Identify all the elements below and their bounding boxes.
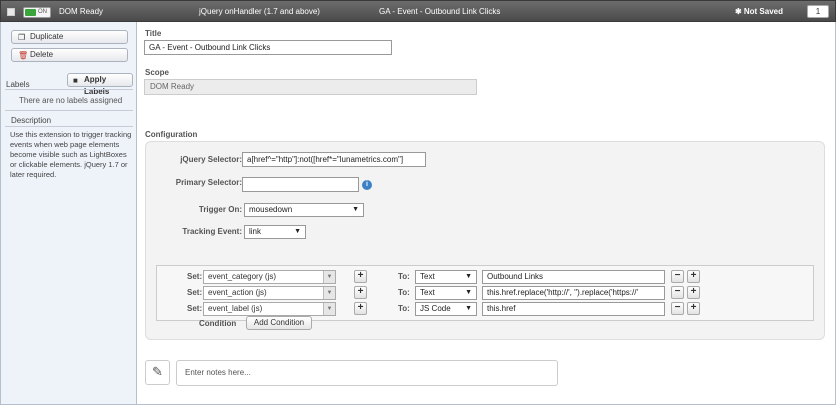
set-variable-select[interactable]: event_action (js) ▼: [203, 286, 336, 300]
trigger-on-value: mousedown: [249, 205, 293, 214]
primary-selector-label: Primary Selector:: [175, 178, 242, 187]
set-rows-box: Set: event_category (js) ▼ + To: Text ▼ …: [156, 265, 814, 321]
toggle-label: ON: [38, 9, 47, 15]
value-input[interactable]: Outbound Links: [482, 270, 665, 284]
extension-header-bar: ON DOM Ready jQuery onHandler (1.7 and a…: [0, 0, 836, 22]
delete-button-label: Delete: [30, 50, 54, 59]
apply-labels-button[interactable]: ■ Apply Labels: [67, 73, 133, 96]
value-type-value: JS Code: [420, 304, 451, 313]
select-checkbox[interactable]: [7, 8, 15, 16]
scope-field: DOM Ready: [144, 79, 477, 95]
set-variable-select[interactable]: event_label (js) ▼: [203, 302, 336, 316]
tracking-event-select[interactable]: link ▼: [244, 225, 306, 239]
add-set-button[interactable]: +: [354, 270, 367, 283]
count-badge[interactable]: 1: [807, 5, 829, 18]
on-off-toggle[interactable]: ON: [23, 7, 51, 18]
configuration-panel: jQuery Selector: a[href^="http"]:not([hr…: [145, 141, 825, 340]
chevron-down-icon: ▼: [294, 228, 301, 235]
notes-input[interactable]: Enter notes here...: [176, 360, 558, 386]
primary-selector-input[interactable]: [242, 177, 359, 192]
value-type-select[interactable]: JS Code ▼: [415, 302, 477, 316]
title-label: Title: [145, 29, 162, 38]
handler-label: jQuery onHandler (1.7 and above): [199, 7, 320, 16]
duplicate-icon: ❐: [18, 33, 26, 42]
remove-row-button[interactable]: −: [671, 302, 684, 315]
chevron-down-icon: ▼: [465, 289, 472, 296]
description-heading: Description: [11, 116, 52, 125]
add-condition-button[interactable]: Add Condition: [246, 316, 312, 330]
set-variable-select[interactable]: event_category (js) ▼: [203, 270, 336, 284]
labels-divider: [5, 89, 133, 90]
remove-row-button[interactable]: −: [671, 286, 684, 299]
folder-icon: ■: [73, 76, 78, 85]
chevron-down-icon: ▼: [352, 206, 359, 213]
chevron-down-icon: ▼: [465, 305, 472, 312]
set-label: Set:: [187, 304, 203, 313]
description-divider: [5, 126, 133, 127]
description-top-divider: [5, 110, 133, 111]
value-type-value: Text: [420, 288, 435, 297]
value-input[interactable]: this.href.replace('http://', '').replace…: [482, 286, 665, 300]
toggle-knob: [25, 9, 36, 16]
scope-label: Scope: [145, 68, 170, 77]
chevron-down-icon: ▼: [323, 287, 335, 299]
jquery-selector-input[interactable]: a[href^="http"]:not([href*="lunametrics.…: [242, 152, 426, 167]
set-variable-value: event_category (js): [208, 272, 277, 281]
title-input[interactable]: GA - Event - Outbound Link Clicks: [144, 40, 392, 55]
tracking-event-value: link: [249, 227, 262, 236]
duplicate-button-label: Duplicate: [30, 32, 64, 41]
add-row-button[interactable]: +: [687, 302, 700, 315]
value-input[interactable]: this.href: [482, 302, 665, 316]
jquery-selector-label: jQuery Selector:: [180, 155, 242, 164]
trash-icon: 🗑: [18, 51, 29, 60]
condition-label: Condition: [199, 319, 237, 328]
set-variable-value: event_label (js): [208, 304, 263, 313]
tracking-event-label: Tracking Event:: [182, 227, 242, 236]
info-icon[interactable]: i: [362, 180, 372, 190]
trigger-on-select[interactable]: mousedown ▼: [244, 203, 364, 217]
remove-row-button[interactable]: −: [671, 270, 684, 283]
delete-button[interactable]: 🗑 Delete: [11, 48, 128, 62]
to-label: To:: [398, 288, 410, 297]
value-type-select[interactable]: Text ▼: [415, 270, 477, 284]
set-label: Set:: [187, 272, 203, 281]
to-label: To:: [398, 272, 410, 281]
add-row-button[interactable]: +: [687, 286, 700, 299]
chevron-down-icon: ▼: [465, 273, 472, 280]
duplicate-button[interactable]: ❐ Duplicate: [11, 30, 128, 44]
value-type-value: Text: [420, 272, 435, 281]
apply-labels-label: Apply Labels: [84, 75, 110, 96]
add-set-button[interactable]: +: [354, 286, 367, 299]
chevron-down-icon: ▼: [323, 303, 335, 315]
set-label: Set:: [187, 288, 203, 297]
no-labels-text: There are no labels assigned: [19, 96, 123, 105]
add-row-button[interactable]: +: [687, 270, 700, 283]
main-panel: Title GA - Event - Outbound Link Clicks …: [137, 22, 836, 405]
to-label: To:: [398, 304, 410, 313]
add-set-button[interactable]: +: [354, 302, 367, 315]
labels-heading: Labels: [6, 80, 30, 89]
event-type-label: DOM Ready: [59, 7, 104, 16]
tag-name-label: GA - Event - Outbound Link Clicks: [379, 7, 501, 16]
set-variable-value: event_action (js): [208, 288, 267, 297]
description-text: Use this extension to trigger tracking e…: [10, 130, 132, 179]
chevron-down-icon: ▼: [323, 271, 335, 283]
sidebar: ❐ Duplicate 🗑 Delete Labels ■ Apply Labe…: [0, 22, 137, 405]
save-status: ✱ Not Saved: [734, 7, 783, 16]
trigger-on-label: Trigger On:: [198, 205, 242, 214]
configuration-label: Configuration: [145, 130, 198, 139]
edit-icon[interactable]: ✎: [145, 360, 170, 385]
value-type-select[interactable]: Text ▼: [415, 286, 477, 300]
